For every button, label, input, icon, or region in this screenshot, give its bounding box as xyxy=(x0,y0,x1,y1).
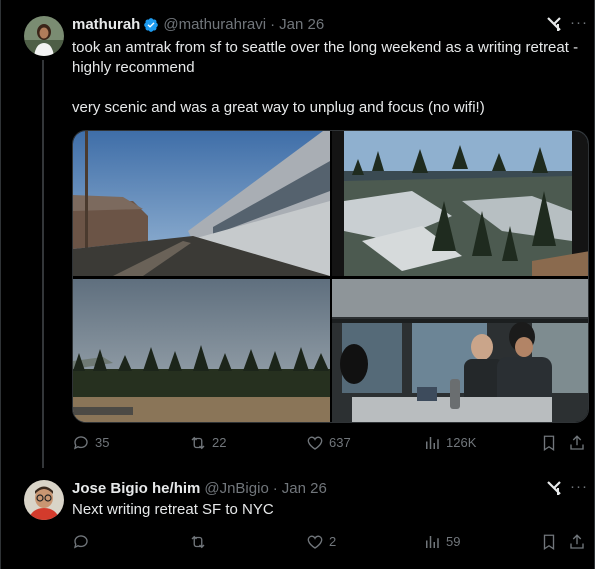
reply-button[interactable] xyxy=(72,533,95,551)
like-icon xyxy=(307,436,323,450)
repost-count: 22 xyxy=(212,435,227,450)
grok-icon[interactable] xyxy=(545,479,563,502)
views-icon xyxy=(426,437,439,449)
author-name[interactable]: Jose Bigio he/him xyxy=(72,480,200,497)
repost-button[interactable] xyxy=(189,533,212,551)
views-button[interactable]: 126K xyxy=(423,434,476,452)
timestamp[interactable]: Jan 26 xyxy=(279,16,324,33)
thread-line xyxy=(42,60,44,468)
more-icon[interactable]: ··· xyxy=(570,478,588,495)
grok-icon[interactable] xyxy=(545,15,563,38)
share-icon xyxy=(570,435,584,450)
like-button[interactable]: 637 xyxy=(306,434,351,452)
avatar[interactable] xyxy=(24,16,64,56)
tweet-main[interactable]: mathurah @mathurahravi · Jan 26 ··· took… xyxy=(0,0,595,468)
separator-dot: · xyxy=(270,16,276,33)
reply-count: 35 xyxy=(95,435,110,450)
avatar[interactable] xyxy=(24,480,64,520)
share-button[interactable] xyxy=(568,434,586,452)
share-icon xyxy=(570,534,584,549)
bookmark-button[interactable] xyxy=(540,533,558,551)
verified-icon xyxy=(144,17,159,32)
repost-icon xyxy=(191,436,205,450)
bookmark-button[interactable] xyxy=(540,434,558,452)
views-count: 126K xyxy=(446,435,477,450)
tweet-header: mathurah @mathurahravi · Jan 26 xyxy=(72,16,324,33)
tweet-text: took an amtrak from sf to seattle over t… xyxy=(72,39,579,116)
repost-icon xyxy=(191,535,205,549)
media-grid[interactable] xyxy=(72,130,589,423)
views-icon xyxy=(426,536,439,548)
reply-icon xyxy=(73,535,88,549)
more-icon[interactable]: ··· xyxy=(570,14,588,31)
bookmark-icon xyxy=(543,534,555,551)
media-image-meadow[interactable] xyxy=(73,279,330,422)
like-count: 2 xyxy=(329,534,337,549)
like-button[interactable]: 2 xyxy=(306,533,336,551)
bookmark-icon xyxy=(543,435,555,452)
separator-dot: · xyxy=(272,480,278,497)
views-button[interactable]: 59 xyxy=(423,533,460,551)
author-handle[interactable]: @mathurahravi xyxy=(163,16,266,33)
views-count: 59 xyxy=(446,534,461,549)
tweet-header: Jose Bigio he/him @JnBigio · Jan 26 xyxy=(72,480,327,497)
reply-button[interactable]: 35 xyxy=(72,434,109,452)
reply-icon xyxy=(73,436,88,450)
tweet-text: Next writing retreat SF to NYC xyxy=(72,501,274,518)
repost-button[interactable]: 22 xyxy=(189,434,226,452)
tweet-actions: 2 59 xyxy=(72,533,587,553)
author-name[interactable]: mathurah xyxy=(72,16,140,33)
media-image-train-interior[interactable] xyxy=(332,279,588,422)
share-button[interactable] xyxy=(568,533,586,551)
timestamp[interactable]: Jan 26 xyxy=(282,480,327,497)
media-image-train-platform[interactable] xyxy=(73,131,330,276)
like-icon xyxy=(307,535,323,549)
tweet-reply[interactable]: Jose Bigio he/him @JnBigio · Jan 26 ··· … xyxy=(0,468,595,569)
tweet-actions: 35 22 637 126K xyxy=(72,434,587,454)
like-count: 637 xyxy=(329,435,351,450)
media-image-forest-canyon[interactable] xyxy=(332,131,588,276)
author-handle[interactable]: @JnBigio xyxy=(204,480,268,497)
